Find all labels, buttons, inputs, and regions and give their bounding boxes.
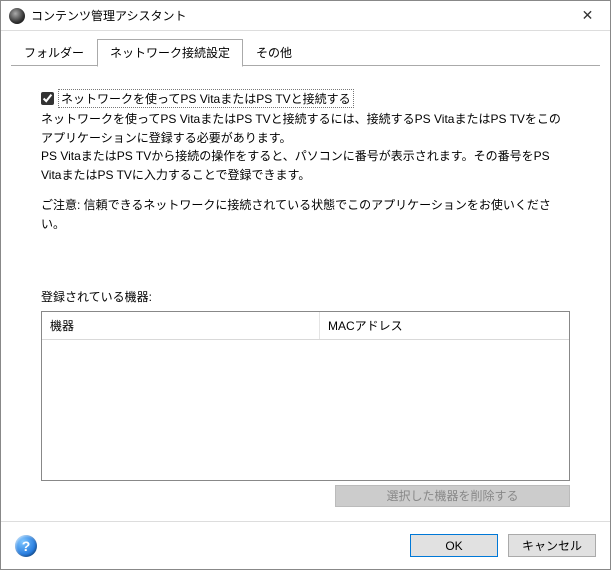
description-text: ネットワークを使ってPS VitaまたはPS TVと接続するには、接続するPS … bbox=[41, 110, 570, 184]
titlebar: コンテンツ管理アシスタント ✕ bbox=[1, 1, 610, 31]
tabbar: フォルダー ネットワーク接続設定 その他 bbox=[1, 31, 610, 66]
tab-other[interactable]: その他 bbox=[243, 39, 305, 66]
footer: ? OK キャンセル bbox=[1, 521, 610, 569]
table-header: 機器 MACアドレス bbox=[42, 312, 569, 340]
tab-content-network: ネットワークを使ってPS VitaまたはPS TVと接続する ネットワークを使っ… bbox=[1, 67, 610, 521]
notice-text: ご注意: 信頼できるネットワークに接続されている状態でこのアプリケーションをお使… bbox=[41, 196, 570, 233]
app-icon bbox=[9, 8, 25, 24]
table-body[interactable] bbox=[42, 340, 569, 480]
registered-devices-label: 登録されている機器: bbox=[41, 288, 570, 305]
tab-folder[interactable]: フォルダー bbox=[11, 39, 97, 66]
close-button[interactable]: ✕ bbox=[565, 1, 610, 31]
network-connect-checkbox-label[interactable]: ネットワークを使ってPS VitaまたはPS TVと接続する bbox=[58, 89, 354, 108]
ok-button[interactable]: OK bbox=[410, 534, 498, 557]
desc-line-1: ネットワークを使ってPS VitaまたはPS TVと接続するには、接続するPS … bbox=[41, 110, 570, 147]
registered-devices-table: 機器 MACアドレス bbox=[41, 311, 570, 481]
window-title: コンテンツ管理アシスタント bbox=[31, 7, 565, 24]
desc-line-2: PS VitaまたはPS TVから接続の操作をすると、パソコンに番号が表示されま… bbox=[41, 147, 570, 184]
column-header-device[interactable]: 機器 bbox=[42, 312, 320, 339]
tab-network[interactable]: ネットワーク接続設定 bbox=[97, 39, 243, 67]
network-connect-checkbox[interactable] bbox=[41, 92, 54, 105]
close-icon: ✕ bbox=[582, 7, 594, 24]
cancel-button[interactable]: キャンセル bbox=[508, 534, 596, 557]
column-header-mac[interactable]: MACアドレス bbox=[320, 312, 569, 339]
network-connect-checkbox-row: ネットワークを使ってPS VitaまたはPS TVと接続する bbox=[41, 89, 570, 108]
delete-device-button: 選択した機器を削除する bbox=[335, 485, 570, 507]
help-icon[interactable]: ? bbox=[15, 535, 37, 557]
help-glyph: ? bbox=[22, 538, 31, 554]
window: コンテンツ管理アシスタント ✕ フォルダー ネットワーク接続設定 その他 ネット… bbox=[0, 0, 611, 570]
